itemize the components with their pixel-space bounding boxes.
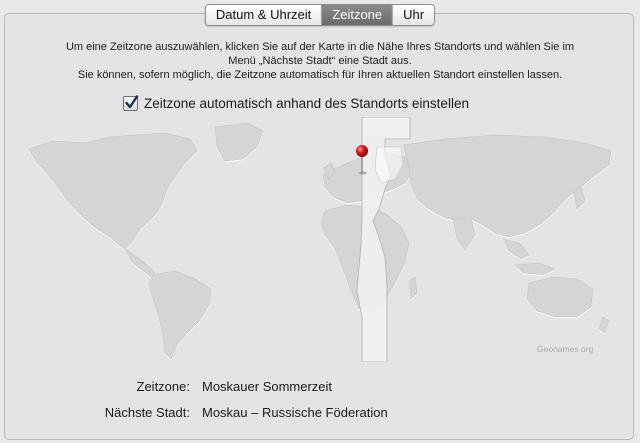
south-america-landmass	[148, 270, 212, 360]
world-map[interactable]: Geonames.org	[25, 117, 615, 362]
timezone-label: Zeitzone:	[136, 379, 190, 394]
tab-date-time[interactable]: Datum & Uhrzeit	[205, 5, 323, 25]
checkmark-icon	[125, 95, 139, 109]
map-credit: Geonames.org	[537, 344, 593, 354]
asia-landmass	[402, 134, 612, 238]
madagascar-landmass	[408, 276, 418, 300]
australia-landmass	[526, 276, 594, 318]
tab-bar: Datum & Uhrzeit Zeitzone Uhr	[204, 4, 436, 26]
instructions-text: Um eine Zeitzone auszuwählen, klicken Si…	[0, 40, 640, 82]
timezone-value: Moskauer Sommerzeit	[202, 379, 333, 394]
auto-timezone-checkbox[interactable]	[123, 95, 139, 111]
nearest-city-label: Nächste Stadt:	[104, 405, 190, 420]
instructions-line-2: Menü „Nächste Stadt“ eine Stadt aus.	[228, 55, 412, 67]
instructions-line-1: Um eine Zeitzone auszuwählen, klicken Si…	[65, 41, 575, 53]
southeast-asia-landmass	[502, 238, 530, 260]
greenland-landmass	[214, 122, 264, 162]
tab-clock[interactable]: Uhr	[393, 5, 435, 25]
tab-timezone[interactable]: Zeitzone	[322, 5, 394, 25]
auto-timezone-option[interactable]: Zeitzone automatisch anhand des Standort…	[123, 95, 469, 111]
north-america-landmass	[28, 132, 198, 250]
india-landmass	[452, 218, 476, 252]
new-zealand-landmass	[598, 316, 610, 334]
japan-landmass	[572, 186, 586, 210]
auto-timezone-label: Zeitzone automatisch anhand des Standort…	[144, 96, 469, 111]
instructions-line-3: Sie können, sofern möglich, die Zeitzone…	[77, 69, 563, 81]
central-america-landmass	[124, 248, 156, 278]
nearest-city-value: Moskau – Russische Föderation	[202, 405, 388, 420]
indonesia-landmass	[514, 262, 556, 276]
